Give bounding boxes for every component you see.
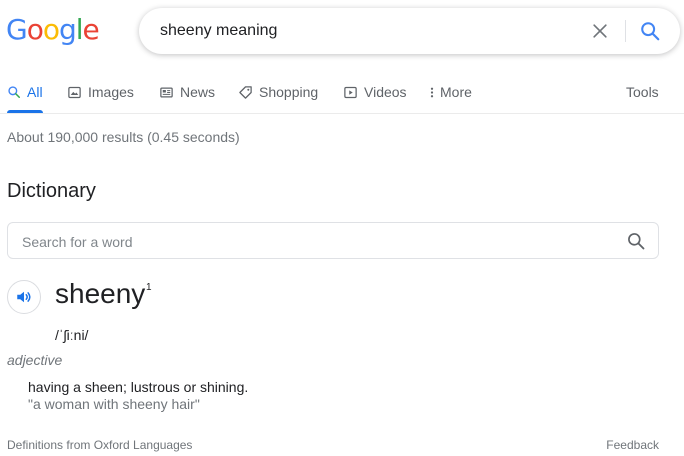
close-icon[interactable]	[590, 21, 610, 41]
search-bar[interactable]: sheeny meaning	[139, 8, 680, 54]
tab-shopping[interactable]: Shopping	[238, 84, 318, 100]
part-of-speech: adjective	[7, 352, 63, 368]
search-icon	[8, 86, 21, 99]
tab-news[interactable]: News	[159, 84, 215, 100]
tools-label: Tools	[626, 84, 659, 100]
google-logo[interactable]: Google	[6, 13, 100, 46]
tab-label: All	[27, 84, 43, 100]
definitions-source-link[interactable]: Definitions from Oxford Languages	[7, 438, 192, 452]
tag-icon	[239, 85, 252, 99]
tab-label: Shopping	[259, 84, 319, 100]
dictionary-search-input[interactable]: Search for a word	[22, 234, 133, 250]
dots-vertical-icon	[430, 87, 434, 97]
dictionary-search-box[interactable]: Search for a word	[7, 222, 659, 259]
logo-letter: g	[58, 13, 77, 46]
feedback-link[interactable]: Feedback	[606, 438, 659, 452]
logo-letter: e	[82, 13, 100, 46]
logo-letter: G	[6, 13, 28, 46]
tab-more[interactable]: More	[428, 84, 472, 100]
phonetic-spelling: /ˈʃiːni/	[55, 327, 89, 343]
dictionary-word: sheeny	[55, 278, 146, 309]
tab-label: News	[180, 84, 216, 100]
pronunciation-button[interactable]	[7, 280, 41, 314]
tab-label: Images	[88, 84, 134, 100]
logo-letter: o	[26, 13, 44, 46]
tab-label: Videos	[364, 84, 407, 100]
search-tabs: All Images News Shopping Videos More Too…	[0, 82, 684, 114]
image-icon	[68, 86, 81, 98]
logo-letter: l	[75, 13, 84, 46]
news-icon	[160, 87, 173, 97]
tab-images[interactable]: Images	[67, 84, 134, 100]
tab-all[interactable]: All	[7, 84, 43, 113]
tab-videos[interactable]: Videos	[343, 84, 407, 100]
speaker-icon	[17, 291, 31, 303]
definition-text: having a sheen; lustrous or shining.	[28, 379, 249, 395]
search-icon[interactable]	[639, 20, 661, 42]
logo-letter: o	[42, 13, 60, 46]
dictionary-title: Dictionary	[7, 180, 96, 202]
result-stats: About 190,000 results (0.45 seconds)	[7, 129, 240, 145]
search-divider	[625, 20, 626, 42]
word-superscript: 1	[146, 282, 152, 293]
example-sentence: "a woman with sheeny hair"	[28, 396, 200, 412]
tab-label: More	[440, 84, 472, 100]
play-icon	[344, 86, 357, 98]
tools-button[interactable]: Tools	[626, 84, 659, 100]
search-icon[interactable]	[626, 231, 646, 251]
search-input[interactable]: sheeny meaning	[160, 22, 277, 40]
